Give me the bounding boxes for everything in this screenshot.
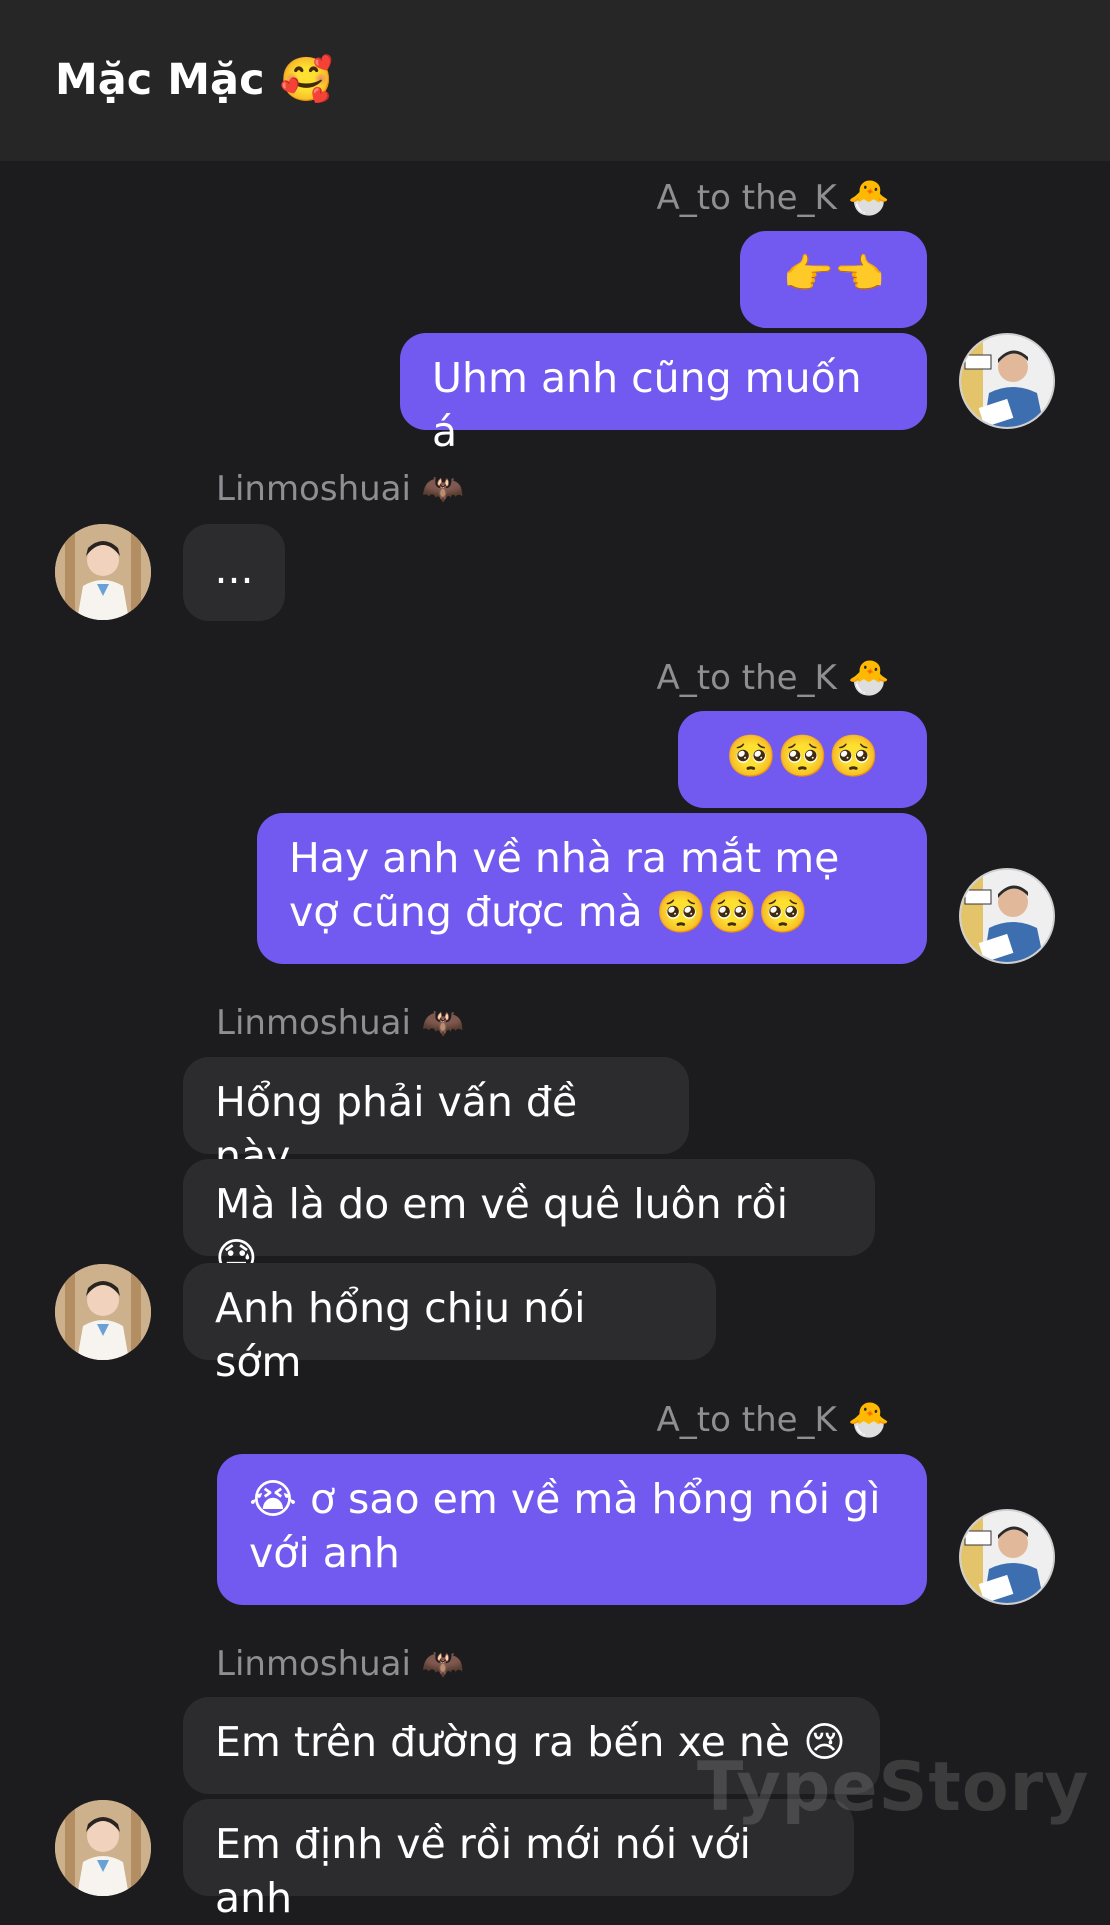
message-bubble-outgoing[interactable]: 😭 ơ sao em về mà hổng nói gì với anh: [217, 1454, 927, 1605]
message-bubble-outgoing[interactable]: 🥺🥺🥺: [678, 711, 927, 808]
avatar[interactable]: [55, 1264, 151, 1360]
hatching-chick-icon: 🐣: [847, 178, 890, 218]
message-bubble-incoming[interactable]: Hổng phải vấn đề này: [183, 1057, 689, 1180]
message-bubble-incoming[interactable]: ...: [183, 524, 285, 621]
sender-label: A_to the_K: [656, 1400, 837, 1440]
bat-icon: 🦇: [421, 469, 465, 509]
message-bubble-outgoing[interactable]: Uhm anh cũng muốn á: [400, 333, 927, 456]
smiling-hearts-icon: 🥰: [279, 55, 334, 105]
message-text: 🥺🥺🥺: [725, 732, 880, 780]
avatar-user-a: [961, 335, 1053, 427]
sender-label: Linmoshuai: [216, 1003, 411, 1043]
message-text: Anh hổng chịu nói sớm: [215, 1284, 586, 1386]
sender-label: Linmoshuai: [216, 1644, 411, 1684]
hatching-chick-icon: 🐣: [847, 658, 890, 698]
avatar[interactable]: [959, 868, 1055, 964]
sender-name: Linmoshuai 🦇: [216, 1001, 464, 1045]
message-text: Hay anh về nhà ra mắt mẹ vợ cũng được mà…: [289, 834, 840, 936]
message-bubble-incoming[interactable]: Anh hổng chịu nói sớm: [183, 1263, 716, 1386]
message-bubble-outgoing[interactable]: 👉👈: [740, 231, 927, 328]
sender-name: Linmoshuai 🦇: [216, 1642, 464, 1686]
sender-name: Linmoshuai 🦇: [216, 467, 464, 511]
avatar-user-a: [961, 1511, 1053, 1603]
chat-title[interactable]: Mặc Mặc 🥰: [55, 52, 333, 108]
bat-icon: 🦇: [421, 1003, 465, 1043]
message-text: Em định về rồi mới nói với anh: [215, 1820, 751, 1922]
avatar-user-b: [55, 524, 151, 620]
sender-label: Linmoshuai: [216, 469, 411, 509]
sender-label: A_to the_K: [656, 658, 837, 698]
avatar[interactable]: [55, 524, 151, 620]
avatar[interactable]: [55, 1800, 151, 1896]
chat-header: Mặc Mặc 🥰: [0, 0, 1110, 161]
watermark: TypeStory: [697, 1748, 1090, 1827]
chat-title-text: Mặc Mặc: [55, 55, 265, 105]
sender-name: A_to the_K 🐣: [657, 656, 890, 700]
message-text: 😭 ơ sao em về mà hổng nói gì với anh: [249, 1475, 881, 1577]
message-text: Uhm anh cũng muốn á: [432, 354, 862, 456]
message-text: ...: [214, 545, 254, 593]
message-bubble-outgoing[interactable]: Hay anh về nhà ra mắt mẹ vợ cũng được mà…: [257, 813, 927, 964]
avatar-user-a: [961, 870, 1053, 962]
avatar-user-b: [55, 1800, 151, 1896]
message-text: 👉👈: [782, 250, 885, 298]
message-bubble-incoming[interactable]: Mà là do em về quê luôn rồi 😓: [183, 1159, 875, 1282]
avatar-user-b: [55, 1264, 151, 1360]
avatar[interactable]: [959, 1509, 1055, 1605]
sender-label: A_to the_K: [656, 178, 837, 218]
sender-name: A_to the_K 🐣: [657, 176, 890, 220]
hatching-chick-icon: 🐣: [847, 1400, 890, 1440]
bat-icon: 🦇: [421, 1644, 465, 1684]
avatar[interactable]: [959, 333, 1055, 429]
sender-name: A_to the_K 🐣: [657, 1398, 890, 1442]
